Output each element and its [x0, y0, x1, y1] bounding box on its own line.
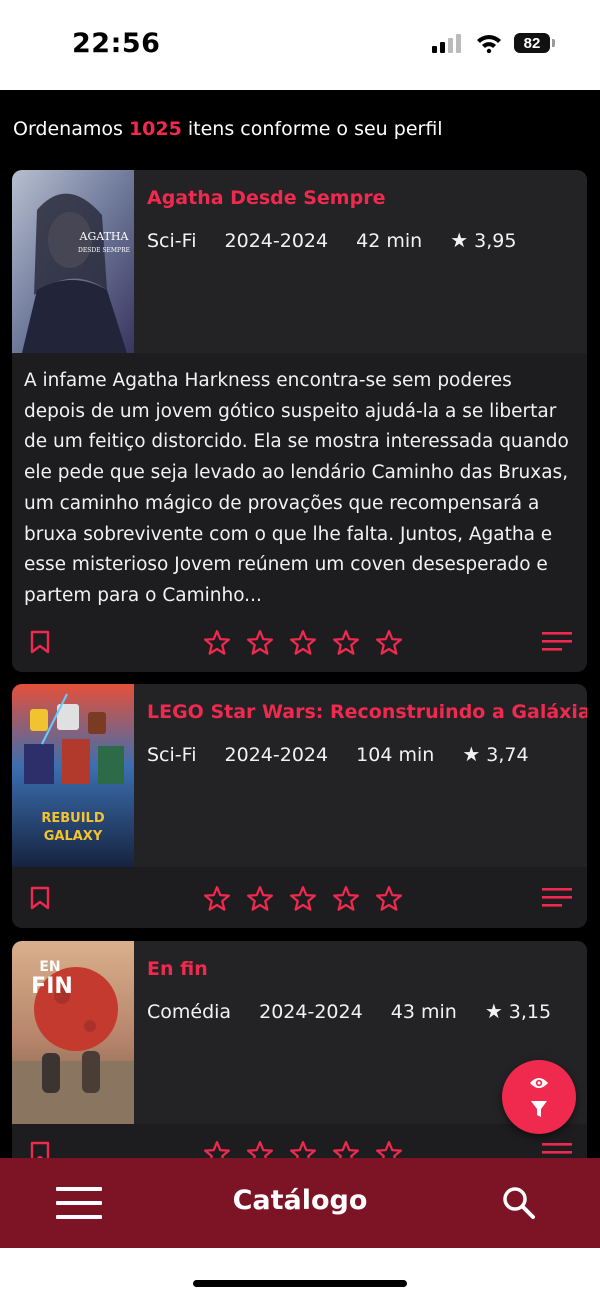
bookmark-icon[interactable]	[30, 630, 50, 654]
star-icon[interactable]	[330, 628, 362, 658]
wifi-icon	[477, 35, 501, 53]
summary-suffix: itens conforme o seu perfil	[187, 118, 443, 140]
status-icons: 82	[432, 33, 555, 53]
bottom-navigation-bar: Catálogo	[0, 1158, 600, 1248]
signal-icon	[432, 34, 461, 53]
list-icon[interactable]	[542, 888, 572, 908]
star-icon[interactable]	[373, 884, 405, 914]
item-duration: 104 min	[356, 744, 435, 766]
item-title[interactable]: En fin	[147, 958, 208, 980]
svg-text:GALAXY: GALAXY	[44, 829, 103, 844]
search-icon[interactable]	[502, 1186, 536, 1220]
filter-icon	[531, 1101, 547, 1117]
item-duration: 42 min	[356, 230, 423, 252]
item-genre: Comédia	[147, 1001, 232, 1023]
poster-image[interactable]: AGATHA DESDE SEMPRE	[12, 170, 134, 353]
item-duration: 43 min	[390, 1001, 457, 1023]
item-title[interactable]: Agatha Desde Sempre	[147, 187, 385, 209]
star-icon[interactable]	[287, 628, 319, 658]
list-icon[interactable]	[542, 632, 572, 652]
item-meta: Comédia 2024-2024 43 min ★ 3,15	[147, 999, 573, 1023]
item-rating: 3,15	[508, 1001, 552, 1023]
poster-image[interactable]: REBUILD GALAXY	[12, 684, 134, 867]
svg-text:AGATHA: AGATHA	[79, 230, 130, 243]
results-summary: Ordenamos 1025 itens conforme o seu perf…	[13, 118, 443, 140]
star-icon[interactable]	[287, 884, 319, 914]
item-title[interactable]: LEGO Star Wars: Reconstruindo a Galáxia	[147, 701, 587, 723]
filter-fab-button[interactable]	[502, 1060, 576, 1134]
rating-star-icon: ★	[450, 228, 469, 252]
item-genre: Sci-Fi	[147, 744, 197, 766]
catalog-item-card[interactable]: REBUILD GALAXY LEGO Star Wars: Reconstru…	[12, 684, 587, 928]
card-actions	[12, 878, 587, 918]
summary-prefix: Ordenamos	[13, 118, 123, 140]
rating-star-icon: ★	[484, 999, 503, 1023]
item-years: 2024-2024	[259, 1001, 363, 1023]
star-icon[interactable]	[330, 884, 362, 914]
star-icon[interactable]	[244, 884, 276, 914]
item-meta: Sci-Fi 2024-2024 42 min ★ 3,95	[147, 228, 538, 252]
status-time: 22:56	[72, 28, 161, 59]
summary-count: 1025	[128, 118, 182, 140]
star-icon[interactable]	[244, 628, 276, 658]
svg-text:FIN: FIN	[31, 974, 73, 999]
rating-star-icon: ★	[462, 742, 481, 766]
item-synopsis: A infame Agatha Harkness encontra-se sem…	[24, 370, 569, 606]
item-rating: 3,95	[474, 230, 517, 252]
svg-text:DESDE SEMPRE: DESDE SEMPRE	[78, 247, 130, 254]
svg-text:REBUILD: REBUILD	[41, 811, 104, 826]
bookmark-icon[interactable]	[30, 886, 50, 910]
item-rating: 3,74	[486, 744, 529, 766]
item-meta: Sci-Fi 2024-2024 104 min ★ 3,74	[147, 742, 551, 766]
user-rating-stars[interactable]	[201, 628, 405, 658]
item-genre: Sci-Fi	[147, 230, 197, 252]
home-indicator[interactable]	[193, 1280, 407, 1287]
home-indicator-area	[0, 1248, 600, 1301]
star-icon[interactable]	[201, 628, 233, 658]
catalog-item-card[interactable]: AGATHA DESDE SEMPRE Agatha Desde Sempre …	[12, 170, 587, 672]
user-rating-stars[interactable]	[201, 884, 405, 914]
catalog-item-card[interactable]: EN FIN En fin Comédia 2024-2024 43 min ★…	[12, 941, 587, 1185]
star-icon[interactable]	[373, 628, 405, 658]
poster-image[interactable]: EN FIN	[12, 941, 134, 1124]
item-years: 2024-2024	[224, 744, 329, 766]
card-actions	[12, 622, 587, 662]
star-icon[interactable]	[201, 884, 233, 914]
svg-text:EN: EN	[39, 959, 60, 975]
battery-icon: 82	[514, 33, 555, 53]
eye-icon	[530, 1078, 548, 1088]
item-years: 2024-2024	[224, 230, 329, 252]
status-bar: 22:56 82	[0, 0, 600, 90]
